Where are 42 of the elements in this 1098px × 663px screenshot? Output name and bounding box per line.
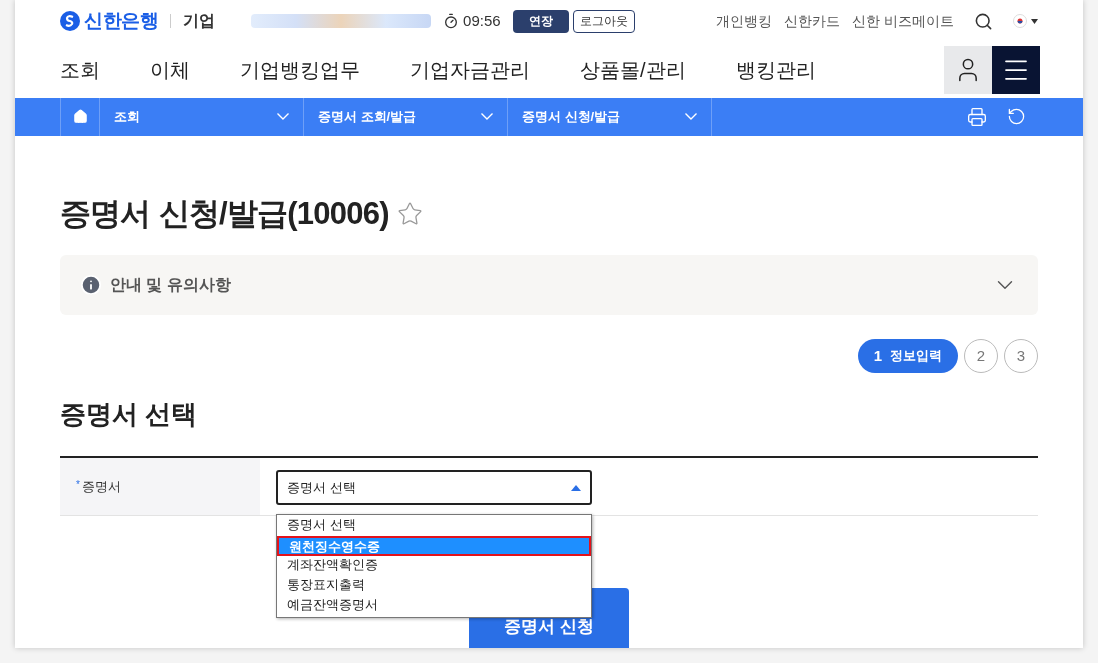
header-link[interactable]: 신한 비즈메이트 [852, 10, 954, 32]
nav-item[interactable]: 기업자금관리 [410, 55, 530, 86]
certificate-select[interactable]: 증명서 선택 [276, 470, 592, 505]
nav-item[interactable]: 조회 [60, 55, 100, 86]
nav-item[interactable]: 뱅킹관리 [735, 55, 816, 86]
notice-accordion[interactable]: 안내 및 유의사항 [60, 255, 1038, 315]
breadcrumb-dropdown[interactable]: 증명서 조회/발급 [304, 97, 508, 136]
dropdown-option[interactable]: 계좌잔액확인증 [277, 555, 591, 576]
home-button[interactable] [60, 97, 100, 136]
page-title: 증명서 신청/발급(10006) [60, 194, 389, 233]
chevron-down-icon [277, 113, 289, 121]
step-indicator: 1 정보입력 [857, 339, 958, 373]
flag-icon[interactable] [1013, 14, 1027, 29]
breadcrumb-dropdown[interactable]: 조회 [100, 97, 304, 136]
bank-logo[interactable]: 신한은행 [60, 6, 159, 36]
extend-button[interactable]: 연장 [512, 9, 569, 33]
chevron-down-icon [685, 113, 697, 121]
header-link[interactable]: 개인뱅킹 [716, 10, 773, 32]
header-link[interactable]: 신한카드 [784, 10, 841, 32]
favorite-star-icon[interactable] [396, 200, 423, 227]
segment-label: 기업 [183, 11, 216, 32]
nav-item[interactable]: 상품몰/관리 [580, 55, 686, 86]
user-button[interactable] [944, 46, 992, 95]
form-label-cell: *증명서 [60, 458, 260, 515]
nav-item[interactable]: 기업뱅킹업무 [240, 55, 360, 86]
info-icon [80, 274, 102, 296]
chevron-down-icon [481, 113, 493, 121]
section-title: 증명서 선택 [60, 398, 199, 431]
dropdown-option[interactable]: 증명서 선택 [277, 515, 591, 536]
caret-up-icon [571, 484, 581, 491]
search-icon[interactable] [974, 11, 993, 31]
logo-icon [60, 11, 80, 32]
home-icon [72, 109, 88, 125]
breadcrumb-dropdown[interactable]: 증명서 신청/발급 [508, 97, 712, 136]
timer-icon [443, 13, 460, 30]
nav-item[interactable]: 이체 [150, 55, 190, 86]
session-time: 09:56 [463, 10, 501, 31]
menu-button[interactable] [992, 46, 1040, 95]
logout-button[interactable]: 로그아웃 [572, 9, 635, 33]
print-icon[interactable] [967, 106, 987, 127]
caret-icon[interactable] [1031, 18, 1038, 24]
refresh-icon[interactable] [1007, 107, 1026, 127]
